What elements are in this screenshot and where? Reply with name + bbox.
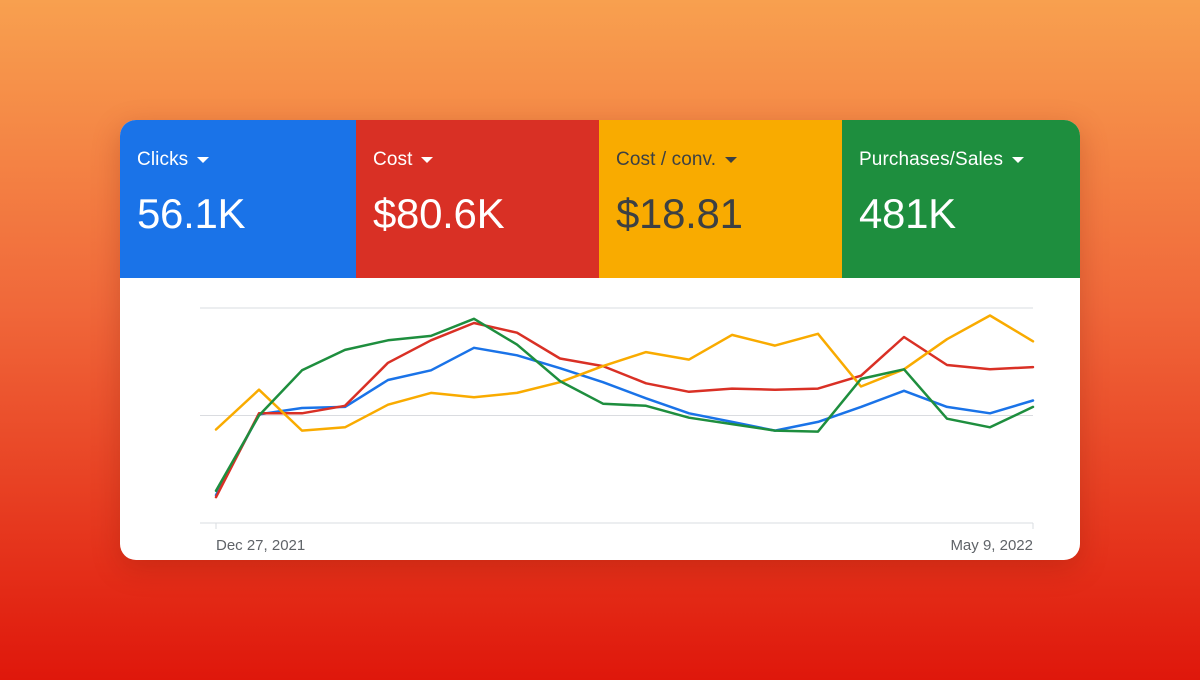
metric-tile-clicks[interactable]: Clicks 56.1K	[120, 120, 356, 278]
metric-value-cost: $80.6K	[373, 190, 505, 237]
series-line-cost-per-conv[interactable]	[214, 314, 1035, 432]
x-tick-label-end: May 9, 2022	[950, 537, 1033, 554]
metric-label-cost: Cost	[373, 149, 413, 170]
metric-label-purchases: Purchases/Sales	[859, 149, 1004, 170]
chevron-down-icon[interactable]	[421, 157, 434, 163]
metric-tile-cost-per-conv[interactable]: Cost / conv. $18.81	[599, 120, 842, 278]
x-axis: Dec 27, 2021 May 9, 2022	[216, 537, 1033, 554]
metric-tiles: Clicks 56.1K Cost $80.6K Cost / conv. $1…	[120, 120, 1080, 278]
series-lines	[214, 314, 1035, 499]
metric-tile-purchases[interactable]: Purchases/Sales 481K	[842, 120, 1080, 278]
chevron-down-icon[interactable]	[197, 157, 210, 163]
metric-value-cost-per-conv: $18.81	[616, 190, 743, 237]
metric-value-clicks: 56.1K	[137, 190, 246, 237]
metric-label-clicks: Clicks	[137, 149, 189, 170]
metric-value-purchases: 481K	[859, 190, 956, 237]
chevron-down-icon[interactable]	[725, 157, 738, 163]
metric-tile-cost[interactable]: Cost $80.6K	[356, 120, 599, 278]
series-line-cost[interactable]	[214, 321, 1035, 499]
metric-label-cost-per-conv: Cost / conv.	[616, 149, 717, 170]
x-tick-label-start: Dec 27, 2021	[216, 537, 305, 554]
line-chart: Dec 27, 2021 May 9, 2022	[120, 278, 1080, 560]
series-line-purchases[interactable]	[214, 317, 1035, 493]
series-line-clicks[interactable]	[214, 346, 1035, 497]
chevron-down-icon[interactable]	[1012, 157, 1025, 163]
line-chart-svg: Dec 27, 2021 May 9, 2022	[200, 307, 1035, 554]
gridlines	[200, 307, 1034, 529]
performance-card: Clicks 56.1K Cost $80.6K Cost / conv. $1…	[120, 120, 1080, 560]
